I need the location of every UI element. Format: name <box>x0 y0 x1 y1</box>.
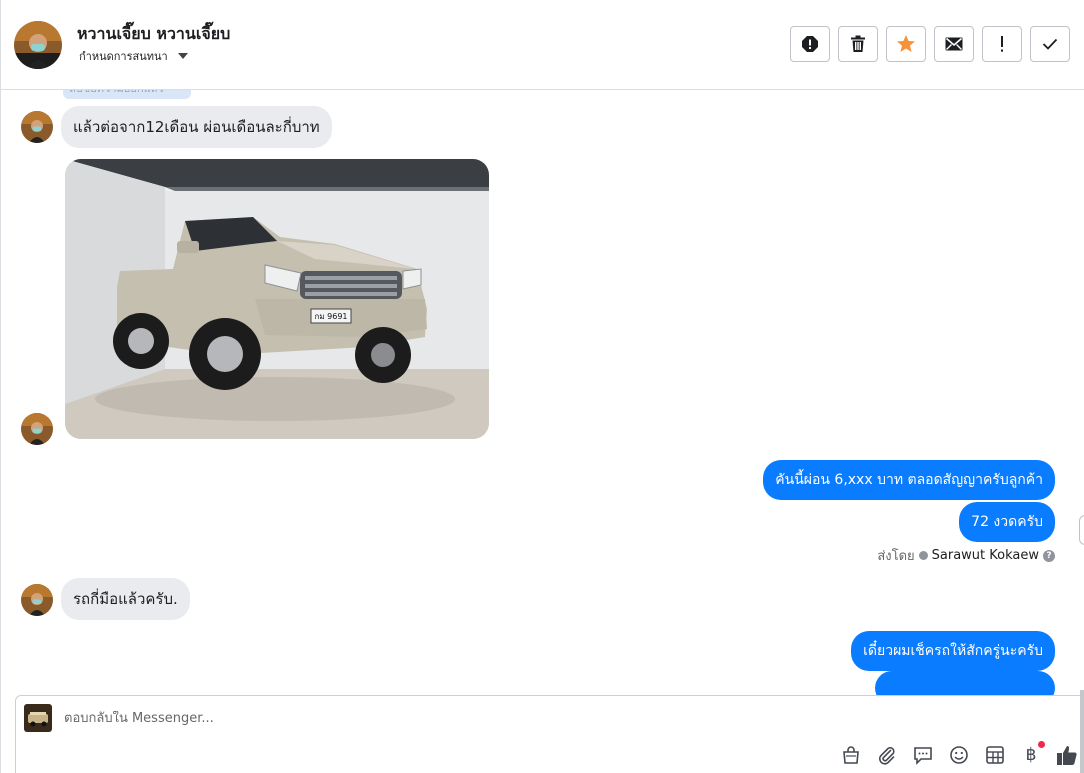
sent-by-prefix: ส่งโดย <box>877 549 915 564</box>
star-icon <box>897 35 915 52</box>
scrollbar[interactable] <box>1080 690 1084 773</box>
sender-avatar[interactable] <box>21 413 53 445</box>
trash-icon <box>851 35 865 52</box>
composer-toolbar: ฿ <box>839 741 1079 767</box>
shop-button[interactable] <box>839 743 863 767</box>
conversation-label-text: กำหนดการสนทนา <box>79 50 168 63</box>
mark-unread-button[interactable] <box>934 26 974 62</box>
verified-icon <box>918 551 928 560</box>
sent-by-agent[interactable]: Sarawut Kokaew <box>932 548 1039 563</box>
contact-avatar[interactable] <box>14 21 62 69</box>
incoming-message[interactable]: รถกี่มือแล้วครับ. <box>61 578 190 620</box>
attach-button[interactable] <box>875 743 899 767</box>
outgoing-message[interactable]: เดี๋ยวผมเช็ครถให้สักครู่นะครับ <box>851 631 1055 671</box>
exclamation-icon <box>1001 36 1003 52</box>
baht-icon: ฿ <box>1025 745 1037 765</box>
delete-button[interactable] <box>838 26 878 62</box>
emoji-button[interactable] <box>947 743 971 767</box>
inbox-conversation: หวานเจี๊ยบ หวานเจี๊ยบ กำหนดการสนทนา แล้ว… <box>0 0 1084 773</box>
page-avatar <box>24 704 52 732</box>
conversation-toolbar <box>790 26 1070 62</box>
bag-icon <box>843 746 859 764</box>
outgoing-message-partial[interactable] <box>875 671 1055 695</box>
help-icon[interactable]: ? <box>1043 549 1055 562</box>
mail-icon <box>945 37 963 51</box>
sender-avatar[interactable] <box>21 584 53 616</box>
paperclip-icon <box>878 747 895 765</box>
like-icon <box>1057 746 1077 765</box>
license-plate: กม 9691 <box>314 312 347 321</box>
checkmark-icon <box>1042 38 1058 50</box>
report-button[interactable] <box>790 26 830 62</box>
emoji-icon <box>950 746 968 764</box>
table-button[interactable] <box>983 743 1007 767</box>
reply-composer: ฿ <box>15 695 1084 773</box>
conversation-header: หวานเจี๊ยบ หวานเจี๊ยบ กำหนดการสนทนา <box>1 0 1084 90</box>
outgoing-message[interactable]: คันนี้ผ่อน 6,xxx บาท ตลอดสัญญาครับลูกค้า <box>763 460 1055 500</box>
vehicle-photo[interactable]: กม 9691 <box>65 159 489 439</box>
scroll-edge-handle[interactable] <box>1079 515 1084 545</box>
reply-input[interactable] <box>64 711 664 726</box>
mark-done-button[interactable] <box>1030 26 1070 62</box>
payment-button[interactable]: ฿ <box>1019 741 1045 767</box>
sender-avatar[interactable] <box>21 111 53 143</box>
contact-name: หวานเจี๊ยบ หวานเจี๊ยบ <box>77 24 231 43</box>
saved-replies-button[interactable] <box>911 743 935 767</box>
chevron-down-icon <box>177 53 188 59</box>
star-button[interactable] <box>886 26 926 62</box>
report-spam-icon <box>802 36 818 52</box>
outgoing-message[interactable]: 72 งวดครับ <box>959 502 1055 542</box>
follow-up-button[interactable] <box>982 26 1022 62</box>
notification-dot <box>1038 741 1045 748</box>
message-thread[interactable]: ลบข้อความออกแล้ว แล้วต่อจาก12เดือน ผ่อนเ… <box>1 90 1084 695</box>
conversation-label-dropdown[interactable]: กำหนดการสนทนา <box>79 47 188 65</box>
sent-by-label: ส่งโดย Sarawut Kokaew ? <box>877 545 1055 566</box>
chat-icon <box>914 747 932 765</box>
removed-message-notice: ลบข้อความออกแล้ว <box>63 90 191 99</box>
table-icon <box>986 746 1004 764</box>
incoming-message[interactable]: แล้วต่อจาก12เดือน ผ่อนเดือนละกี่บาท <box>61 106 332 148</box>
like-button[interactable] <box>1055 743 1079 767</box>
